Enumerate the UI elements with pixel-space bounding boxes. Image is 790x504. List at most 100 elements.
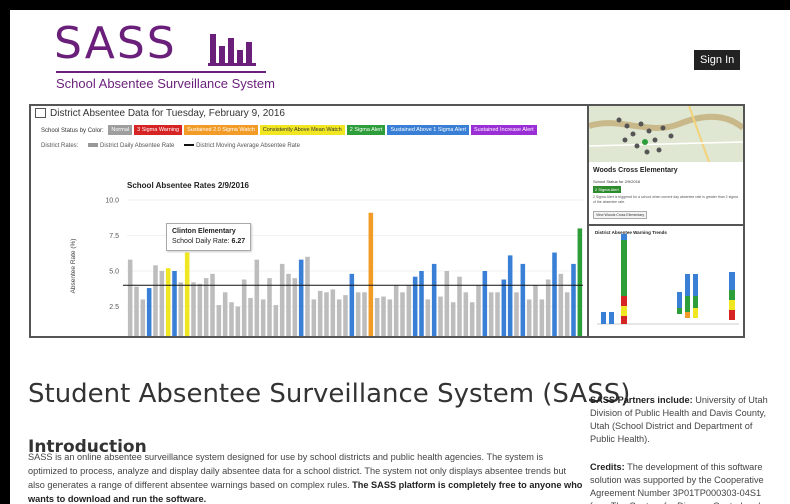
chart-bar[interactable] bbox=[571, 263, 576, 336]
chart-bar[interactable] bbox=[463, 292, 469, 336]
introduction-text: SASS is an online absentee surveillance … bbox=[28, 450, 583, 504]
y-tick-label: 2.5 bbox=[109, 304, 119, 311]
chart-bar[interactable] bbox=[292, 278, 298, 336]
chart-bar[interactable] bbox=[184, 252, 190, 336]
chart-bar[interactable] bbox=[501, 279, 507, 336]
chart-bar[interactable] bbox=[210, 273, 215, 336]
chart-bar[interactable] bbox=[324, 292, 329, 336]
dashboard-preview: District Absentee Data for Tuesday, Febr… bbox=[29, 104, 745, 338]
chart-bar[interactable] bbox=[305, 256, 310, 336]
page: SASS School Absentee Surveillance System… bbox=[10, 10, 790, 504]
chart-bar[interactable] bbox=[273, 305, 279, 336]
chart-bar[interactable] bbox=[336, 299, 342, 336]
chart-bar[interactable] bbox=[260, 299, 266, 336]
chart-bar[interactable] bbox=[330, 289, 336, 336]
school-map[interactable] bbox=[589, 106, 743, 162]
chart-bar[interactable] bbox=[311, 299, 317, 336]
chart-bar[interactable] bbox=[387, 299, 393, 336]
district-chart-panel: District Absentee Data for Tuesday, Febr… bbox=[31, 106, 589, 336]
chart-bar[interactable] bbox=[476, 285, 481, 336]
chart-bar[interactable] bbox=[374, 297, 380, 336]
y-axis-label: Absentee Rate (%) bbox=[70, 239, 77, 294]
chart-tooltip: Clinton Elementary School Daily Rate: 6.… bbox=[166, 223, 252, 251]
school-map-panel: Woods Cross Elementary School Status for… bbox=[589, 106, 743, 226]
chart-bar[interactable] bbox=[526, 299, 532, 336]
chart-bar[interactable] bbox=[577, 228, 583, 336]
logo-wordmark: SASS bbox=[54, 18, 177, 69]
chart-bar[interactable] bbox=[165, 268, 171, 336]
chart-bar[interactable] bbox=[140, 299, 146, 336]
chart-bar[interactable] bbox=[564, 292, 570, 336]
chart-bar[interactable] bbox=[203, 278, 209, 336]
chart-bar[interactable] bbox=[241, 279, 247, 336]
partners-block: SASS Partners include: University of Uta… bbox=[590, 394, 770, 446]
chart-bar[interactable] bbox=[191, 282, 196, 336]
tooltip-value: 6.27 bbox=[231, 238, 246, 245]
chart-bar[interactable] bbox=[514, 292, 519, 336]
sass-logo[interactable]: SASS School Absentee Surveillance System bbox=[54, 18, 275, 92]
chart-bar[interactable] bbox=[229, 302, 234, 336]
chart-bar[interactable] bbox=[400, 292, 405, 336]
view-school-button[interactable]: View Woods Cross Elementary bbox=[593, 211, 648, 219]
chart-bar[interactable] bbox=[381, 296, 386, 336]
chart-bar[interactable] bbox=[216, 305, 222, 336]
chart-bar[interactable] bbox=[520, 263, 526, 336]
chart-bar[interactable] bbox=[482, 271, 488, 336]
credits-label: Credits: bbox=[590, 462, 625, 472]
chart-bar[interactable] bbox=[267, 278, 272, 336]
chart-bar[interactable] bbox=[469, 302, 475, 336]
logo-divider bbox=[56, 71, 266, 73]
chart-bar[interactable] bbox=[235, 306, 241, 337]
chart-bar[interactable] bbox=[495, 292, 500, 336]
chart-bar[interactable] bbox=[178, 282, 184, 336]
credits-block: Credits: The development of this softwar… bbox=[590, 461, 770, 504]
chart-bar[interactable] bbox=[343, 295, 348, 336]
chart-bar[interactable] bbox=[450, 302, 456, 336]
bar-chart-logo-icon bbox=[208, 34, 256, 66]
chart-bar[interactable] bbox=[349, 273, 355, 336]
chart-bar[interactable] bbox=[507, 255, 513, 336]
chart-bar[interactable] bbox=[153, 265, 158, 336]
chart-bar[interactable] bbox=[134, 286, 139, 336]
chart-bar[interactable] bbox=[539, 299, 545, 336]
chart-bar[interactable] bbox=[146, 288, 152, 336]
chart-bar[interactable] bbox=[317, 290, 323, 336]
chart-bar[interactable] bbox=[444, 271, 450, 336]
chart-bar[interactable] bbox=[368, 212, 374, 336]
chart-bar[interactable] bbox=[558, 273, 564, 336]
chart-bar[interactable] bbox=[488, 292, 494, 336]
warning-trends-chart bbox=[597, 234, 739, 325]
chart-bar[interactable] bbox=[393, 285, 399, 336]
logo-tagline: School Absentee Surveillance System bbox=[56, 76, 275, 91]
chart-bar[interactable] bbox=[533, 285, 538, 336]
chart-bar[interactable] bbox=[552, 252, 557, 336]
y-tick-label: 7.5 bbox=[109, 233, 119, 240]
chart-bar[interactable] bbox=[419, 271, 424, 336]
map-school-name: Woods Cross Elementary bbox=[593, 167, 678, 174]
absentee-rate-chart: 0.02.55.07.510.0Absentee Rate (%) bbox=[70, 198, 583, 337]
chart-bar[interactable] bbox=[248, 297, 253, 336]
sign-in-button[interactable]: Sign In bbox=[694, 50, 741, 70]
map-status-badge: 2 Sigma Alert bbox=[593, 186, 621, 193]
tooltip-label: School Daily Rate: bbox=[172, 238, 230, 245]
chart-bar[interactable] bbox=[425, 299, 431, 336]
chart-bar[interactable] bbox=[286, 273, 291, 336]
chart-bar[interactable] bbox=[127, 259, 133, 336]
chart-bar[interactable] bbox=[159, 271, 165, 336]
chart-bar[interactable] bbox=[355, 292, 361, 336]
chart-bar[interactable] bbox=[298, 259, 304, 336]
map-status-line: School Status for 2/9/2016 bbox=[593, 179, 641, 184]
chart-bar[interactable] bbox=[406, 285, 412, 336]
chart-bar[interactable] bbox=[172, 271, 177, 336]
chart-bar[interactable] bbox=[222, 292, 228, 336]
chart-bar[interactable] bbox=[545, 279, 551, 336]
page-title: Student Absentee Surveillance System (SA… bbox=[28, 379, 631, 410]
chart-bar[interactable] bbox=[438, 296, 443, 336]
chart-bar[interactable] bbox=[431, 263, 437, 336]
chart-bar[interactable] bbox=[197, 283, 203, 336]
partners-label: SASS Partners include: bbox=[590, 395, 693, 405]
chart-bar[interactable] bbox=[279, 263, 285, 336]
chart-bar[interactable] bbox=[362, 292, 367, 336]
chart-bar[interactable] bbox=[254, 259, 260, 336]
warning-trends-panel: District Absentee Warning Trends bbox=[589, 226, 743, 336]
